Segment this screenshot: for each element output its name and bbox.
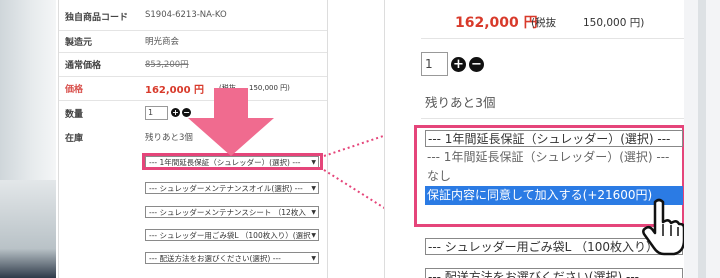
sheet-select[interactable]: --- シュレッダーメンテナンスシート （12枚入 ▼	[145, 206, 319, 218]
zoom-warranty-select[interactable]: --- 1年間延長保証（シュレッダー）(選択) ---	[425, 130, 683, 147]
product-photo-shadow	[0, 180, 56, 278]
warranty-options-list: --- 1年間延長保証（シュレッダー）(選択) --- なし 保証内容に同意して…	[425, 148, 683, 205]
stock-label: 在庫	[65, 134, 84, 144]
quantity-input[interactable]: 1	[145, 106, 168, 120]
oil-select[interactable]: --- シュレッダーメンテナンスオイル(選択) --- ▼	[145, 182, 319, 194]
product-photo	[0, 0, 56, 278]
oil-select-text: --- シュレッダーメンテナンスオイル(選択) ---	[149, 184, 303, 193]
zoom-shipping-select[interactable]: --- 配送方法をお選びください(選択) ---	[425, 268, 683, 278]
maker-label: 製造元	[65, 38, 93, 48]
maker-value: 明光商会	[145, 37, 180, 47]
divider	[421, 118, 685, 119]
price-label: 価格	[65, 85, 84, 95]
page-edge-background	[684, 0, 720, 278]
option-placeholder[interactable]: --- 1年間延長保証（シュレッダー）(選択) ---	[425, 148, 683, 167]
zoom-quantity-input[interactable]: 1	[421, 52, 448, 76]
zoom-bag-select-text: --- シュレッダー用ごみ袋L （100枚入り）	[428, 240, 658, 254]
zoom-minus-button[interactable]: −	[469, 57, 484, 72]
zoom-tax-label: (税抜	[531, 17, 557, 29]
zoom-warranty-select-text: --- 1年間延長保証（シュレッダー）(選択) ---	[428, 132, 671, 146]
select-caret-icon: ▼	[311, 232, 316, 239]
row-maker: 製造元 明光商会	[59, 30, 327, 53]
zoom-price-value: 162,000 円	[455, 15, 538, 31]
zoom-tax-value: 150,000 円)	[583, 17, 645, 29]
plus-button[interactable]: +	[171, 108, 180, 117]
sheet-select-text: --- シュレッダーメンテナンスシート （12枚入	[149, 208, 306, 217]
scrollbar-track[interactable]	[698, 0, 706, 278]
select-caret-icon: ▼	[311, 255, 316, 262]
regular-price-value: 853,200円	[145, 60, 189, 70]
shipping-select-text: --- 配送方法をお選びください(選択) ---	[149, 254, 281, 263]
down-arrow-icon	[188, 88, 274, 156]
zoom-shipping-select-text: --- 配送方法をお選びください(選択) ---	[428, 270, 639, 278]
select-caret-icon: ▼	[311, 209, 316, 216]
shipping-select[interactable]: --- 配送方法をお選びください(選択) --- ▼	[145, 252, 319, 264]
product-code-value: S1904-6213-NA-KO	[145, 10, 227, 20]
zoom-stock-value: 残りあと3個	[425, 95, 496, 110]
zoom-plus-button[interactable]: +	[451, 57, 466, 72]
quantity-label: 数量	[65, 110, 84, 120]
product-code-label: 独自商品コード	[65, 13, 129, 23]
regular-price-label: 通常価格	[65, 61, 102, 71]
select-caret-icon: ▼	[311, 185, 316, 192]
zoomed-screenshot: 162,000 円 (税抜 150,000 円) 1 + − 残りあと3個 --…	[384, 0, 685, 278]
bag-select-text: --- シュレッダー用ごみ袋L （100枚入り）(選択	[149, 231, 311, 240]
row-regular-price: 通常価格 853,200円	[59, 52, 327, 77]
option-none[interactable]: なし	[425, 167, 683, 186]
row-product-code: 独自商品コード S1904-6213-NA-KO	[59, 0, 327, 31]
pointer-hand-icon	[642, 198, 685, 256]
divider	[421, 38, 685, 39]
left-screenshot: 独自商品コード S1904-6213-NA-KO 製造元 明光商会 通常価格 8…	[0, 0, 335, 278]
bag-select[interactable]: --- シュレッダー用ごみ袋L （100枚入り）(選択 ▼	[145, 229, 319, 241]
